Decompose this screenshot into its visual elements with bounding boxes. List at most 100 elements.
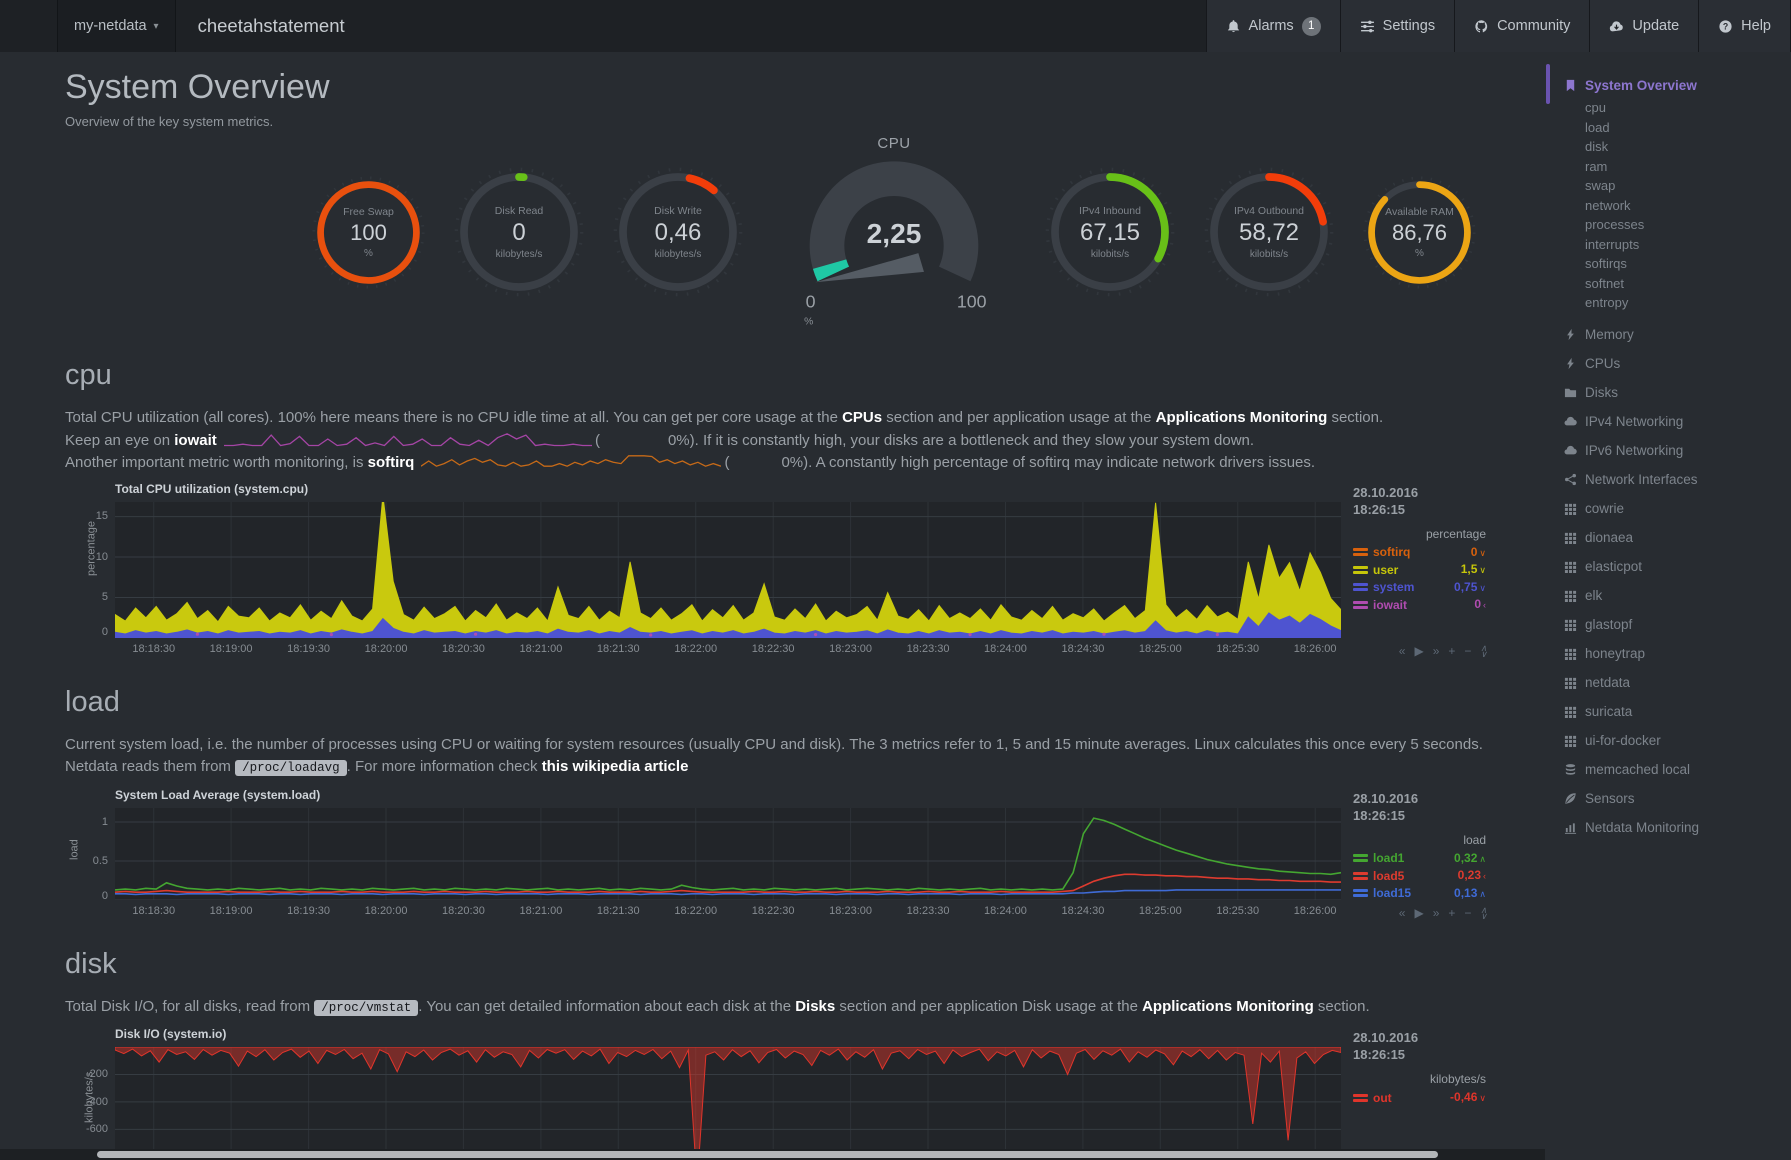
cpus-link[interactable]: CPUs [842,409,882,426]
sidebar-item-ipv4-networking[interactable]: IPv4 Networking [1563,414,1791,429]
sidebar-item-cowrie[interactable]: cowrie [1563,501,1791,516]
applications-monitoring-link[interactable]: Applications Monitoring [1156,409,1328,426]
sidebar-item-netdata[interactable]: netdata [1563,675,1791,690]
legend-value: 0,32∧ [1454,850,1486,868]
sidebar-item-label: netdata [1585,675,1630,690]
toolbar-backward-icon[interactable]: « [1399,906,1406,920]
legend-row-user[interactable]: user1,5∨ [1353,561,1486,579]
alarms-badge: 1 [1302,17,1321,36]
sidebar-item-glastopf[interactable]: glastopf [1563,617,1791,632]
sidebar-subitem-disk[interactable]: disk [1585,137,1791,157]
x-tick-label: 18:23:30 [907,905,950,917]
sidebar-subitem-network[interactable]: network [1585,196,1791,216]
gauge-ipv4-outbound[interactable]: IPv4 Outbound 58,72 kilobits/s [1203,166,1335,298]
applications-monitoring-link[interactable]: Applications Monitoring [1142,998,1314,1015]
toolbar-resize-icon[interactable]: ∧∨ [1480,907,1487,919]
cpu-gauge-min: 0 [806,291,816,311]
legend-row-load15[interactable]: load150,13∧ [1353,885,1486,903]
legend-row-system[interactable]: system0,75∨ [1353,579,1486,597]
sidebar-scroll-indicator[interactable] [1546,64,1550,104]
chart-toolbar[interactable]: « ▶ » +−∧∨ [1399,644,1487,658]
sidebar-item-honeytrap[interactable]: honeytrap [1563,646,1791,661]
toolbar-backward-icon[interactable]: « [1399,644,1406,658]
sidebar-item-ipv6-networking[interactable]: IPv6 Networking [1563,443,1791,458]
load-description-1: Current system load, i.e. the number of … [65,734,1500,756]
sidebar-item-network-interfaces[interactable]: Network Interfaces [1563,472,1791,487]
sidebar-item-elasticpot[interactable]: elasticpot [1563,559,1791,574]
toolbar-zoom-out-icon[interactable]: − [1464,644,1471,658]
sidebar-item-suricata[interactable]: suricata [1563,704,1791,719]
toolbar-zoom-out-icon[interactable]: − [1464,906,1471,920]
sidebar-subitem-processes[interactable]: processes [1585,215,1791,235]
sidebar-subitem-interrupts[interactable]: interrupts [1585,235,1791,255]
horizontal-scrollbar-thumb[interactable] [97,1151,1438,1158]
legend-swatch [1353,566,1368,574]
settings-button[interactable]: Settings [1340,0,1454,52]
gauge-free-swap[interactable]: Free Swap 100 % [311,175,426,290]
sidebar-item-memcached-local[interactable]: memcached local [1563,762,1791,777]
gauge-ipv4-inbound[interactable]: IPv4 Inbound 67,15 kilobits/s [1044,166,1176,298]
sidebar-subitem-entropy[interactable]: entropy [1585,293,1791,313]
toolbar-zoom-in-icon[interactable]: + [1448,906,1455,920]
toolbar-forward-icon[interactable]: » [1433,906,1440,920]
legend-name: iowait [1373,597,1407,614]
server-menu[interactable]: my-netdata ▾ [57,0,176,52]
alarms-button[interactable]: Alarms 1 [1206,0,1340,52]
help-button[interactable]: ? Help [1698,0,1791,52]
bell-icon [1226,19,1241,34]
sidebar-item-dionaea[interactable]: dionaea [1563,530,1791,545]
proc-loadavg-code: /proc/loadavg [235,760,347,776]
chart-toolbar[interactable]: « ▶ » +−∧∨ [1399,906,1487,920]
wikipedia-link[interactable]: this wikipedia article [542,758,689,775]
legend-row-load1[interactable]: load10,32∧ [1353,850,1486,868]
legend-row-load5[interactable]: load50,23‹ [1353,867,1486,885]
disks-link[interactable]: Disks [795,998,835,1015]
toolbar-forward-icon[interactable]: » [1433,644,1440,658]
gauge-units: kilobits/s [1250,249,1288,260]
toolbar-play-icon[interactable]: ▶ [1414,644,1423,658]
sidebar-item-ui-for-docker[interactable]: ui-for-docker [1563,733,1791,748]
x-tick-label: 18:21:30 [597,905,640,917]
sidebar-subitem-softirqs[interactable]: softirqs [1585,254,1791,274]
legend-row-out[interactable]: out-0,46∨ [1353,1089,1486,1107]
gauge-available-ram[interactable]: Available RAM 86,76 % [1362,175,1477,290]
toolbar-resize-icon[interactable]: ∧∨ [1480,645,1487,657]
sidebar-item-elk[interactable]: elk [1563,588,1791,603]
sidebar-subitem-swap[interactable]: swap [1585,176,1791,196]
sidebar-item-sensors[interactable]: Sensors [1563,791,1791,806]
legend-row-softirq[interactable]: softirq0∨ [1353,544,1486,562]
legend-row-iowait[interactable]: iowait0‹ [1353,596,1486,614]
legend-name: system [1373,579,1414,596]
x-tick-label: 18:24:00 [984,905,1027,917]
y-tick-label: 15 [96,510,108,522]
cpu-chart-plot[interactable] [115,502,1341,638]
gauge-value: 100 [350,220,387,246]
disk-chart-plot[interactable] [115,1047,1341,1160]
load-chart-plot[interactable] [115,808,1341,900]
legend-units: load [1353,833,1486,847]
toolbar-play-icon[interactable]: ▶ [1414,906,1423,920]
toolbar-zoom-in-icon[interactable]: + [1448,644,1455,658]
sidebar-item-label: ui-for-docker [1585,733,1661,748]
legend-units: percentage [1353,527,1486,541]
chart-date: 28.10.2016 [1353,484,1486,501]
sidebar-item-memory[interactable]: Memory [1563,327,1791,342]
sidebar-subitem-softnet[interactable]: softnet [1585,274,1791,294]
sidebar-item-label: cowrie [1585,501,1624,516]
sidebar-item-label: CPUs [1585,356,1620,371]
gauge-disk-write[interactable]: Disk Write 0,46 kilobytes/s [612,166,744,298]
community-button[interactable]: Community [1454,0,1589,52]
proc-vmstat-code: /proc/vmstat [314,1000,418,1016]
sidebar-item-cpus[interactable]: CPUs [1563,356,1791,371]
gauge-disk-read[interactable]: Disk Read 0 kilobytes/s [453,166,585,298]
sidebar-subitem-load[interactable]: load [1585,118,1791,138]
legend-swatch [1353,854,1368,862]
gauge-units: kilobits/s [1091,249,1129,260]
sidebar-item-disks[interactable]: Disks [1563,385,1791,400]
sidebar-item-system-overview[interactable]: System Overview [1563,78,1791,93]
update-button[interactable]: Update [1589,0,1698,52]
sidebar-item-netdata-monitoring[interactable]: Netdata Monitoring [1563,820,1791,835]
sidebar-subitem-ram[interactable]: ram [1585,157,1791,177]
cpu-gauge[interactable]: CPU 2,25 0 100 % [775,135,1013,330]
sidebar-subitem-cpu[interactable]: cpu [1585,98,1791,118]
